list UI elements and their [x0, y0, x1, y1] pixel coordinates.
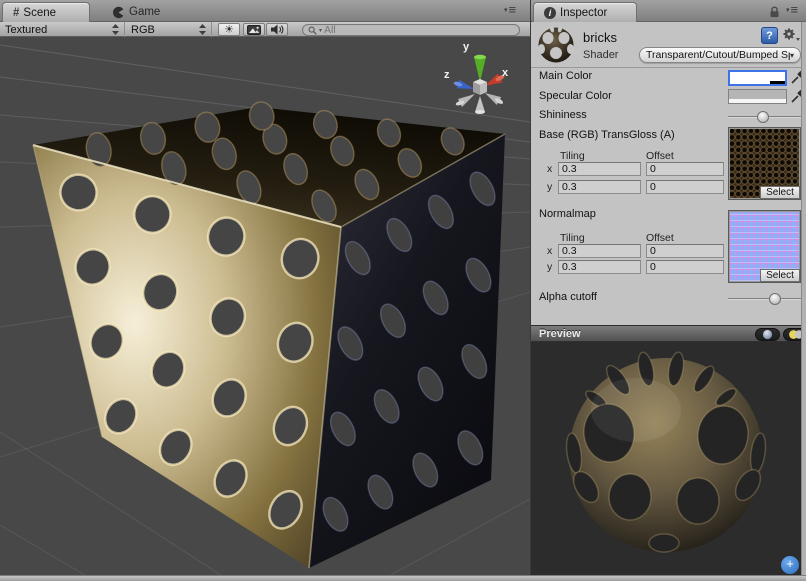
- alpha-cutoff-slider[interactable]: [728, 292, 804, 306]
- render-effects-button[interactable]: [243, 23, 265, 36]
- render-mode-dropdown[interactable]: Textured: [0, 22, 125, 37]
- menu-icon: ≡: [509, 5, 517, 15]
- shader-dropdown[interactable]: Transparent/Cutout/Bumped Spe ▾: [639, 47, 801, 63]
- caret-icon: ▾: [786, 6, 790, 14]
- base-map-label: Base (RGB) TransGloss (A): [539, 129, 675, 141]
- tab-game[interactable]: Game: [102, 2, 170, 22]
- image-icon: [247, 25, 261, 35]
- alpha-cutoff-label: Alpha cutoff: [539, 291, 597, 303]
- scene-panel: # Scene Game ▾ ≡ Textured R: [0, 0, 530, 581]
- y-row-label: y: [547, 181, 552, 193]
- material-sphere-icon: [536, 25, 576, 65]
- gizmo-x-label: x: [502, 67, 509, 79]
- specular-color-label: Specular Color: [539, 90, 612, 102]
- normalmap-label: Normalmap: [539, 208, 596, 220]
- color-mode-dropdown[interactable]: RGB: [126, 22, 212, 37]
- normal-tiling-y-field[interactable]: [558, 260, 641, 274]
- shininess-label: Shininess: [539, 109, 587, 121]
- sphere-icon: [762, 329, 773, 340]
- tab-game-label: Game: [129, 6, 160, 18]
- preview-header[interactable]: Preview: [531, 325, 801, 342]
- info-icon: i: [544, 7, 556, 19]
- inspector-panel-menu[interactable]: ▾ ≡: [786, 5, 798, 15]
- slider-thumb[interactable]: [757, 111, 769, 123]
- shader-value: Transparent/Cutout/Bumped Spe: [646, 49, 790, 61]
- tab-inspector[interactable]: i Inspector: [533, 2, 637, 22]
- tab-scene[interactable]: # Scene: [2, 2, 90, 22]
- normal-texture-thumbnail[interactable]: Select: [728, 210, 801, 283]
- specular-alpha-bar: [729, 99, 786, 103]
- audio-toggle-button[interactable]: [266, 23, 288, 36]
- help-icon[interactable]: ?: [761, 27, 778, 44]
- render-mode-value: Textured: [5, 24, 47, 36]
- color-mode-value: RGB: [131, 24, 155, 36]
- normal-texture-select-button[interactable]: Select: [760, 269, 800, 282]
- specular-color-swatch[interactable]: [728, 89, 787, 104]
- unity-editor-window: # Scene Game ▾ ≡ Textured R: [0, 0, 806, 581]
- main-color-swatch[interactable]: [728, 70, 787, 86]
- gizmo-y-label: y: [463, 41, 470, 53]
- shader-label: Shader: [583, 49, 618, 61]
- lighting-toggle-button[interactable]: ☀: [218, 23, 240, 36]
- material-preview-viewport[interactable]: [531, 342, 801, 575]
- base-tiling-x-field[interactable]: [558, 162, 641, 176]
- x-row-label: x: [547, 245, 552, 257]
- main-color-alpha-bar: [770, 81, 785, 84]
- tab-inspector-label: Inspector: [560, 7, 607, 19]
- scene-toolbar: Textured RGB ☀: [0, 22, 530, 37]
- y-row-label: y: [547, 261, 552, 273]
- search-input[interactable]: [324, 24, 484, 36]
- tab-scene-label: Scene: [23, 7, 56, 19]
- base-offset-y-field[interactable]: [646, 180, 724, 194]
- offset-header: Offset: [646, 232, 674, 244]
- offset-header: Offset: [646, 150, 674, 162]
- material-header: bricks Shader Transparent/Cutout/Bumped …: [531, 22, 806, 68]
- main-color-label: Main Color: [539, 70, 592, 82]
- normal-offset-y-field[interactable]: [646, 260, 724, 274]
- scene-3d-viewport[interactable]: y x z: [0, 37, 530, 575]
- menu-icon: ≡: [791, 5, 799, 15]
- caret-icon: ▾: [790, 51, 794, 60]
- base-offset-x-field[interactable]: [646, 162, 724, 176]
- gizmo-z-label: z: [444, 69, 450, 81]
- game-pacman-icon: [112, 6, 125, 19]
- scene-grid-icon: #: [13, 7, 19, 19]
- inspector-tabstrip: i Inspector ▾ ≡: [531, 0, 806, 22]
- tiling-header: Tiling: [560, 232, 585, 244]
- x-row-label: x: [547, 163, 552, 175]
- preview-title: Preview: [539, 328, 581, 340]
- inspector-edge-strip: [801, 22, 806, 575]
- caret-icon: ▾: [504, 6, 508, 14]
- scene-search[interactable]: ▾: [302, 24, 520, 36]
- shininess-slider[interactable]: [728, 110, 804, 124]
- updown-arrows-icon: [112, 24, 119, 35]
- search-icon: [308, 26, 317, 35]
- slider-thumb[interactable]: [769, 293, 781, 305]
- lock-icon[interactable]: [769, 6, 780, 18]
- add-button[interactable]: +: [781, 556, 799, 574]
- window-bottom-edge: [0, 575, 806, 581]
- sun-icon: ☀: [224, 23, 234, 36]
- gear-menu-icon[interactable]: [782, 27, 801, 44]
- gizmo-center-cube[interactable]: [473, 79, 487, 95]
- normal-offset-x-field[interactable]: [646, 244, 724, 258]
- tiling-header: Tiling: [560, 150, 585, 162]
- base-texture-thumbnail[interactable]: Select: [728, 127, 801, 200]
- speaker-icon: [271, 24, 284, 35]
- base-tiling-y-field[interactable]: [558, 180, 641, 194]
- inspector-panel: i Inspector ▾ ≡: [530, 0, 806, 581]
- y-axis-cone[interactable]: [474, 55, 486, 59]
- slider-track: [728, 298, 804, 300]
- preview-mesh-button[interactable]: [755, 328, 780, 341]
- base-texture-select-button[interactable]: Select: [760, 186, 800, 199]
- updown-arrows-icon: [199, 24, 206, 35]
- material-name: bricks: [583, 30, 617, 45]
- search-filter-caret-icon[interactable]: ▾: [319, 27, 322, 34]
- scene-tabstrip: # Scene Game ▾ ≡: [0, 0, 530, 22]
- normal-tiling-x-field[interactable]: [558, 244, 641, 258]
- scene-panel-menu[interactable]: ▾ ≡: [504, 5, 516, 15]
